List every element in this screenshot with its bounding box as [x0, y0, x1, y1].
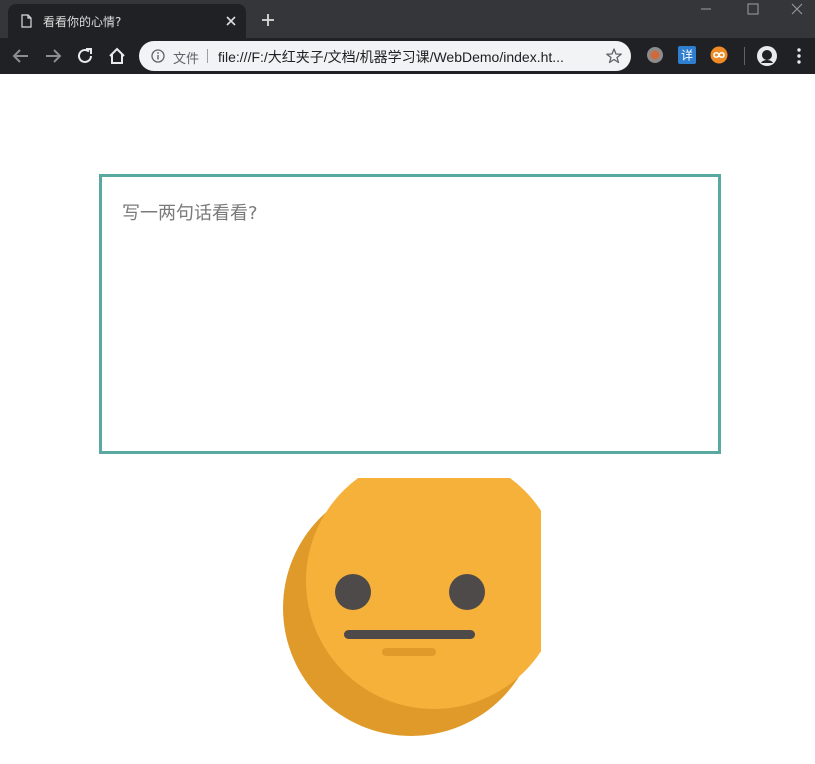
profile-avatar-icon[interactable] — [756, 45, 778, 67]
back-arrow-icon[interactable] — [10, 45, 32, 67]
document-icon — [21, 14, 32, 28]
menu-kebab-icon[interactable] — [792, 46, 806, 66]
translate-extension-icon[interactable]: 详 — [678, 46, 696, 64]
browser-tab[interactable]: 看看你的心情? — [8, 4, 246, 38]
infinity-extension-icon[interactable] — [710, 46, 728, 64]
translate-glyph: 详 — [681, 48, 693, 63]
maximize-icon[interactable] — [730, 0, 774, 20]
forward-arrow-icon[interactable] — [42, 45, 64, 67]
window-close-icon[interactable] — [775, 0, 815, 20]
new-tab-icon[interactable] — [258, 11, 278, 29]
toolbar-divider — [744, 47, 745, 65]
omnibox-divider — [207, 49, 208, 63]
bookmark-star-icon[interactable] — [605, 47, 623, 65]
info-icon[interactable] — [151, 49, 165, 63]
tab-title: 看看你的心情? — [43, 15, 122, 29]
url-text[interactable]: file:///F:/大红夹子/文档/机器学习课/WebDemo/index.h… — [218, 47, 564, 67]
record-extension-icon[interactable] — [646, 46, 664, 64]
close-tab-icon[interactable] — [224, 14, 238, 28]
minimize-icon[interactable] — [684, 0, 728, 20]
neutral-face-icon — [283, 478, 541, 736]
reload-icon[interactable] — [74, 45, 96, 67]
page-content — [0, 74, 815, 764]
home-icon[interactable] — [106, 45, 128, 67]
browser-titlebar: 看看你的心情? — [0, 0, 815, 38]
browser-toolbar: 文件 file:///F:/大红夹子/文档/机器学习课/WebDemo/inde… — [0, 38, 815, 74]
address-bar[interactable]: 文件 file:///F:/大红夹子/文档/机器学习课/WebDemo/inde… — [139, 41, 631, 71]
mood-text-input[interactable] — [99, 174, 721, 454]
scheme-label: 文件 — [173, 51, 200, 66]
